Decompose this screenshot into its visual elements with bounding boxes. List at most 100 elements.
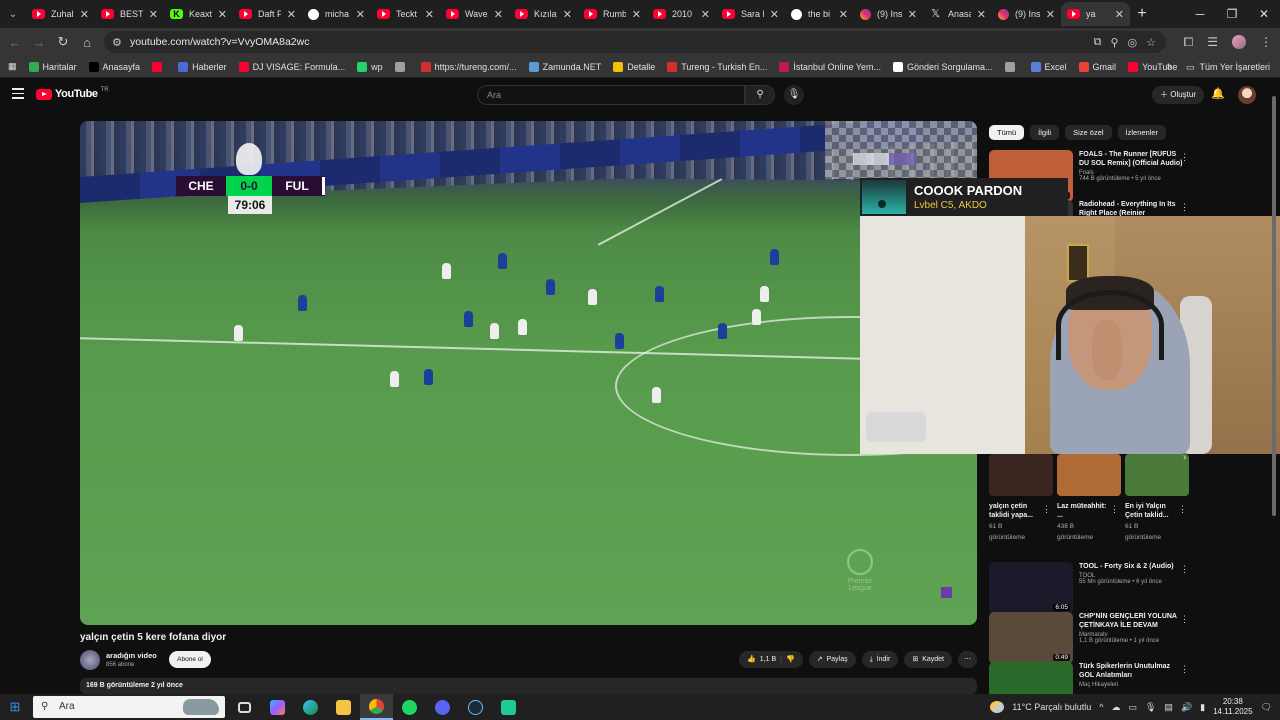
bookmark-item[interactable] [999,61,1025,72]
channel-avatar[interactable] [80,650,100,670]
more-options-icon[interactable]: ⋮ [1042,504,1051,515]
filter-chip[interactable]: İzlenenler [1117,125,1167,140]
video-title[interactable]: FOALS - The Runner [RÜFÜS DU SOL Remix] … [1079,150,1183,168]
tab-close-icon[interactable]: ✕ [770,8,779,21]
bookmark-item[interactable]: Tureng - Turkish En... [661,61,773,72]
video-player[interactable]: CHE 0-0 FUL 79:06 Premier League [80,121,977,625]
filter-chip[interactable]: Tümü [989,125,1025,140]
tray-chevron-icon[interactable]: ^ [1099,702,1103,712]
discord-icon[interactable] [426,694,459,720]
copilot-icon[interactable] [261,694,294,720]
tab-close-icon[interactable]: ✕ [425,8,434,21]
tab-close-icon[interactable]: ✕ [80,8,89,21]
tab-search-menu-icon[interactable]: ⌄ [0,9,26,20]
tab-close-icon[interactable]: ✕ [563,8,572,21]
short-card[interactable]: En iyi Yalçın Çetin taklid... 61 B görüntü… [1125,454,1189,542]
app-icon[interactable] [492,694,525,720]
bookmark-item[interactable]: Excel [1025,61,1073,72]
forward-button[interactable]: → [27,35,51,50]
close-window-button[interactable]: ✕ [1248,0,1280,28]
more-options-icon[interactable]: ⋮ [1180,202,1189,213]
open-in-app-icon[interactable]: ⧉ [1094,36,1102,49]
extensions-icon[interactable]: ⧠ [1184,35,1194,50]
eye-off-icon[interactable]: ◎ [1128,36,1138,49]
tab-close-icon[interactable]: ✕ [218,8,227,21]
edge-icon[interactable] [294,694,327,720]
youtube-logo[interactable]: YouTube TR [36,87,109,100]
back-button[interactable]: ← [3,35,27,50]
create-button[interactable]: ＋ Oluştur [1152,86,1204,104]
browser-tab[interactable]: Kızılay ✕ [509,2,578,26]
browser-tab[interactable]: Teckt ✕ [371,2,440,26]
more-options-icon[interactable]: ⋮ [1178,504,1187,515]
bookmark-item[interactable]: wp [351,61,389,72]
tab-close-icon[interactable]: ✕ [977,8,986,21]
browser-menu-icon[interactable]: ⋮ [1260,35,1272,49]
minimize-button[interactable]: ─ [1184,0,1216,28]
browser-tab[interactable]: K Keaxt ✕ [164,2,233,26]
more-options-icon[interactable]: ⋮ [1180,664,1189,675]
video-title[interactable]: CHP'NİN GENÇLERİ YOLUNA ÇETİNKAYA İLE DE… [1079,612,1183,630]
page-scrollbar[interactable] [1272,86,1278,692]
clock[interactable]: 20:38 14.11.2025 [1213,697,1252,717]
subscribe-button[interactable]: Abone ol [169,651,211,668]
short-thumbnail[interactable] [1057,454,1121,496]
video-title[interactable]: Türk Spikerlerin Unutulmaz GOL Anlatımla… [1079,662,1183,680]
chrome-icon[interactable] [360,694,393,720]
bookmark-item[interactable]: Detalle [607,61,661,72]
bookmark-item[interactable]: Gmail [1073,61,1123,72]
bookmark-item[interactable] [146,61,172,72]
video-title[interactable]: TOOL - Forty Six & 2 (Audio) [1079,562,1183,571]
browser-tab[interactable]: 2010 ✕ [647,2,716,26]
browser-tab[interactable]: the bi ✕ [785,2,854,26]
new-tab-button[interactable]: + [1130,5,1154,23]
tab-close-icon[interactable]: ✕ [1046,8,1055,21]
battery-icon[interactable]: ▮ [1200,702,1205,713]
cloud-icon[interactable]: ☁ [1111,702,1120,713]
home-button[interactable]: ⌂ [75,35,99,50]
browser-tab[interactable]: Rumb ✕ [578,2,647,26]
tab-close-icon[interactable]: ✕ [908,8,917,21]
tab-close-icon[interactable]: ✕ [494,8,503,21]
zoom-icon[interactable]: ⚲ [1110,36,1118,49]
notifications-icon[interactable]: 🗨 [1261,702,1272,713]
short-thumbnail[interactable] [989,454,1053,496]
more-options-icon[interactable]: ⋮ [1180,564,1189,575]
short-title[interactable]: En iyi Yalçın Çetin taklid... [1125,502,1177,520]
video-thumbnail[interactable]: 0:49 [989,612,1073,664]
short-title[interactable]: Laz müteahhit: ... [1057,502,1109,520]
bookmark-item[interactable]: Haritalar [23,61,83,72]
browser-tab[interactable]: ya ✕ [1061,2,1130,26]
bookmark-item[interactable]: Haberler [172,61,233,72]
tab-close-icon[interactable]: ✕ [356,8,365,21]
download-button[interactable]: ⤓ İndir [861,651,899,668]
site-info-icon[interactable]: ⚙ [112,36,128,49]
guide-menu-icon[interactable] [12,88,24,102]
description-box[interactable]: 169 B görüntüleme 2 yıl önce [80,678,977,694]
task-view-icon[interactable] [228,694,261,720]
spotify-icon[interactable] [393,694,426,720]
channel-name[interactable]: aradığın video [106,651,157,660]
bookmark-item[interactable]: Zamunda.NET [523,61,608,72]
reading-list-icon[interactable]: ☰ [1207,35,1218,49]
bookmark-item[interactable]: İstanbul Online Yem... [773,61,887,72]
like-icon[interactable]: 👍 [747,651,756,668]
search-input[interactable]: Ara [477,85,745,105]
reload-button[interactable]: ↻ [51,34,75,50]
notifications-bell-icon[interactable]: 🔔 [1211,87,1225,100]
more-options-icon[interactable]: ⋮ [1110,504,1119,515]
tab-close-icon[interactable]: ✕ [1115,8,1124,21]
bookmark-item[interactable] [389,61,415,72]
short-title[interactable]: yalçın çetin taklidi yapa... [989,502,1041,520]
short-card[interactable]: Laz müteahhit: ... 438 B görüntüleme ⋮ [1057,454,1121,542]
volume-icon[interactable]: 🔊 [1181,702,1192,713]
display-icon[interactable]: ▭ [1128,702,1137,713]
microphone-icon[interactable]: 🎙 [1145,702,1156,713]
more-options-icon[interactable]: ⋮ [1180,152,1189,163]
short-card[interactable]: yalçın çetin taklidi yapa... 61 B görüntül… [989,454,1053,542]
more-actions-button[interactable]: ⋯ [958,651,977,668]
dislike-icon[interactable]: 👎 [786,651,795,668]
bookmarks-overflow-icon[interactable]: » [1166,61,1172,72]
tab-close-icon[interactable]: ✕ [701,8,710,21]
tab-close-icon[interactable]: ✕ [839,8,848,21]
